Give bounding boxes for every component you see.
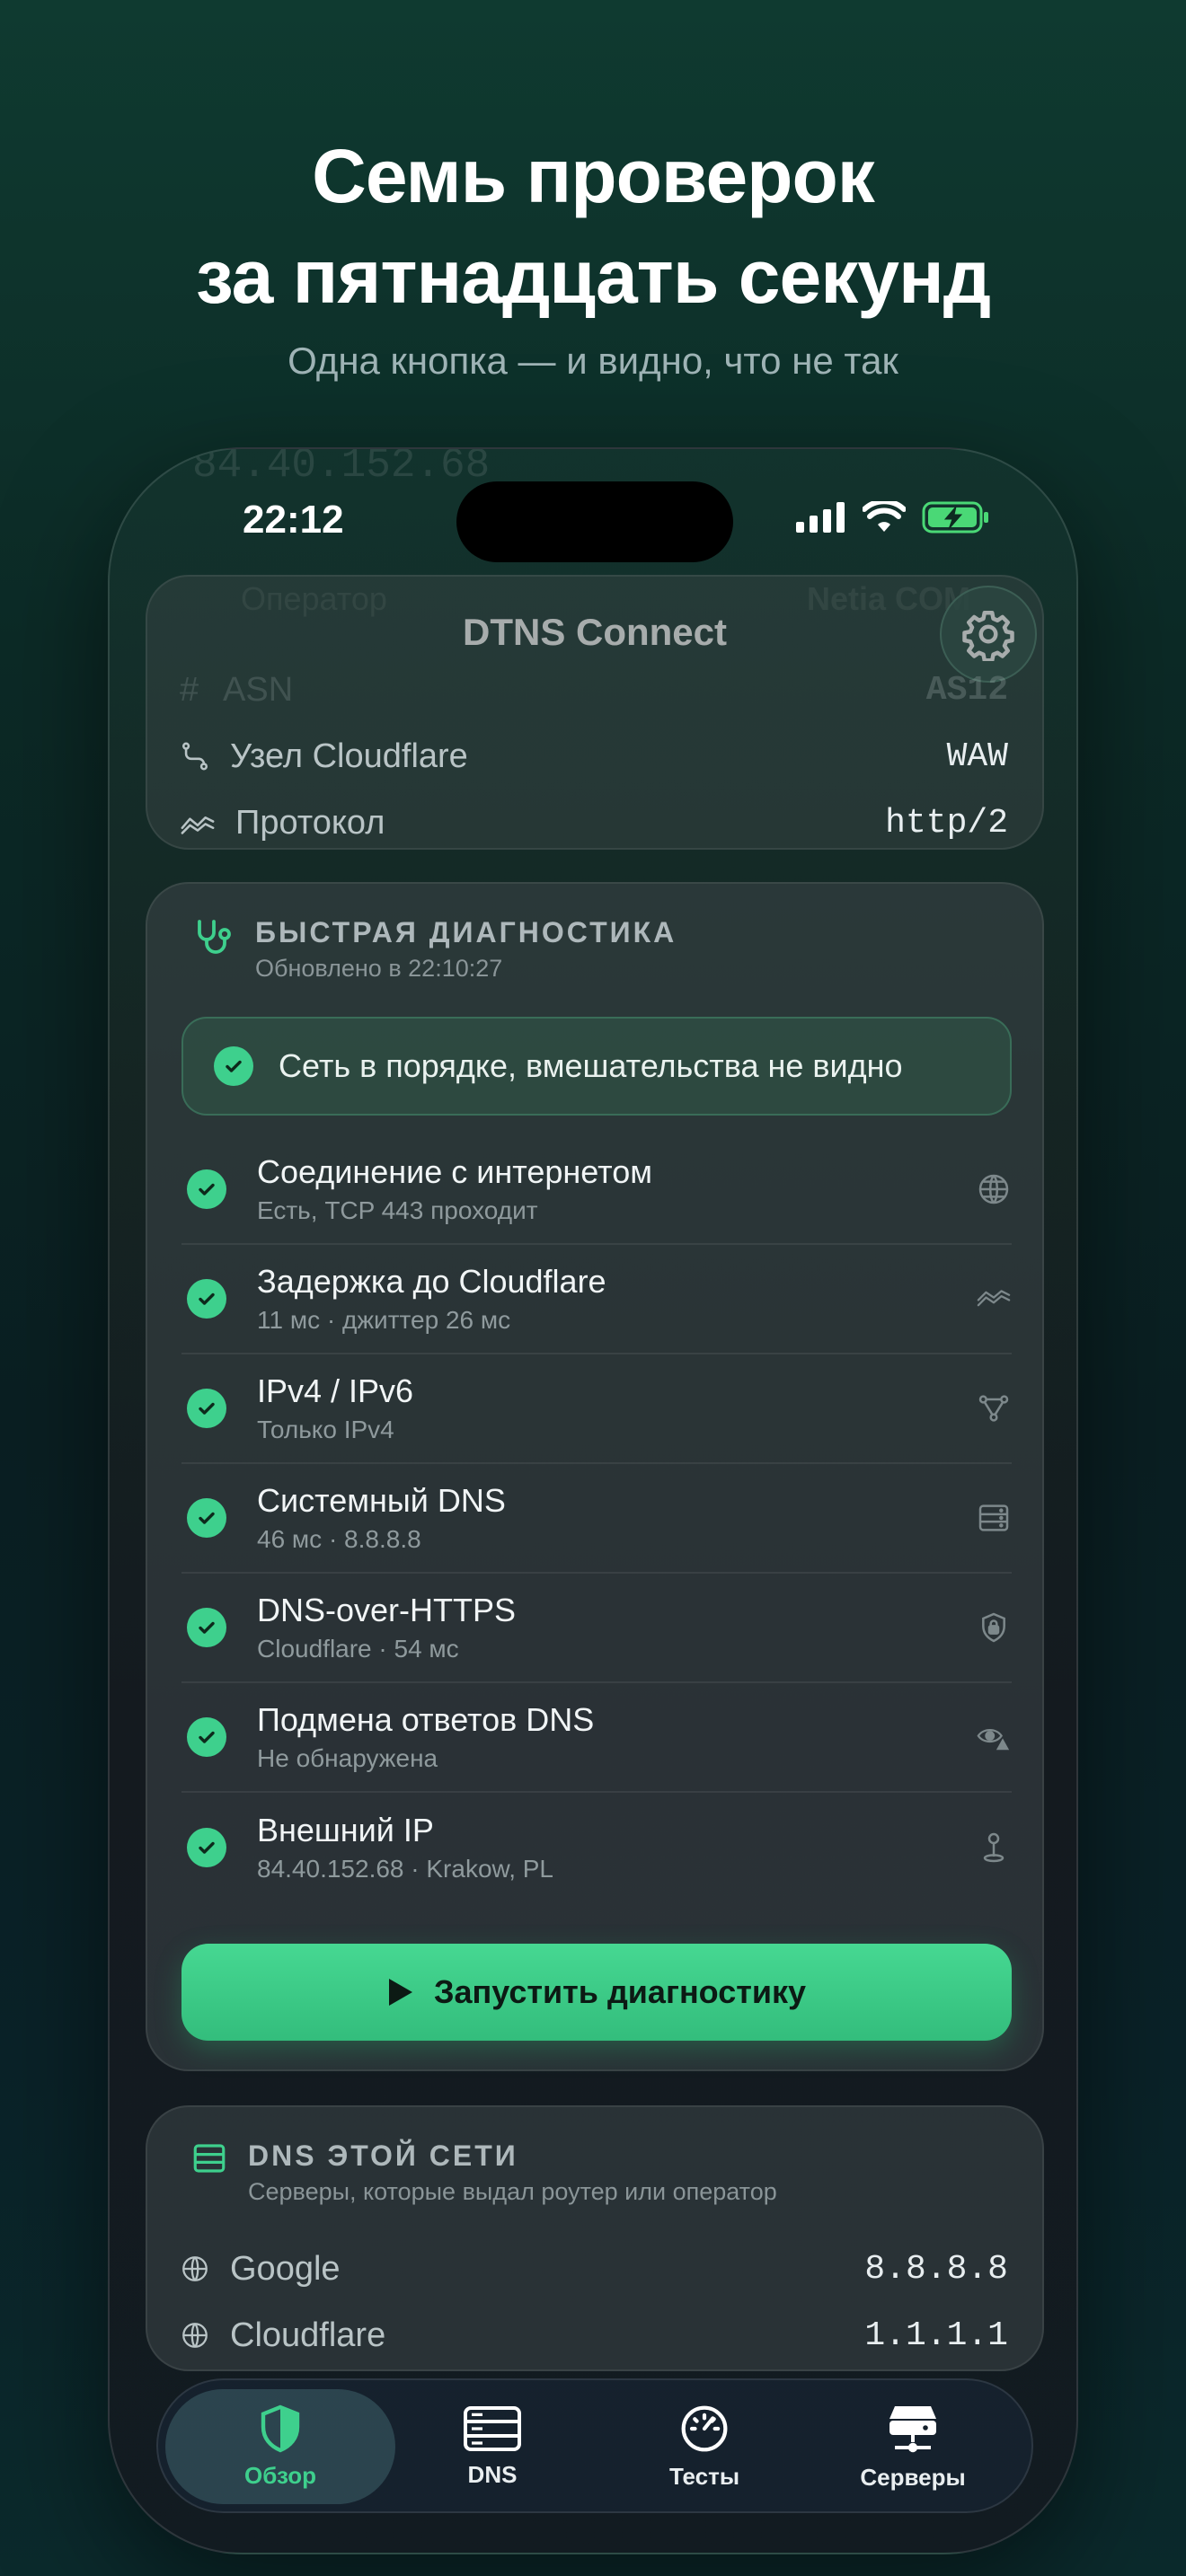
hash-icon: # bbox=[180, 670, 199, 709]
globe-icon bbox=[978, 1174, 1009, 1204]
stethoscope-icon bbox=[198, 920, 231, 954]
tab-label: Серверы bbox=[860, 2463, 966, 2491]
check-icon bbox=[187, 1498, 226, 1538]
diagnostic-title: DNS-over-HTTPS bbox=[257, 1592, 517, 1628]
status-banner: Сеть в порядке, вмешательства не видно bbox=[181, 1017, 1012, 1116]
diagnostic-title: Подмена ответов DNS bbox=[257, 1701, 595, 1738]
wifi-icon bbox=[863, 501, 906, 532]
tab-servers[interactable]: Серверы bbox=[798, 2389, 1028, 2504]
speedometer-icon bbox=[681, 2405, 728, 2451]
network-dns-header: DNS ЭТОЙ СЕТИ Серверы, которые выдал роу… bbox=[190, 2139, 777, 2206]
connection-row-label: Узел Cloudflare bbox=[230, 737, 468, 775]
connection-row-protocol: Протокол http/2 bbox=[180, 796, 1008, 850]
check-icon bbox=[187, 1279, 226, 1319]
diagnostic-item-internet[interactable]: Соединение с интернетом Есть, TCP 443 пр… bbox=[181, 1135, 1012, 1245]
server-icon bbox=[464, 2405, 521, 2451]
hero-title-line-2: за пятнадцать секунд bbox=[195, 234, 991, 319]
connection-row-value: AS12 bbox=[925, 670, 1008, 710]
network-dns-title: DNS ЭТОЙ СЕТИ bbox=[248, 2139, 518, 2172]
connection-row-asn: # ASN AS12 bbox=[180, 663, 1008, 717]
dns-row-value: 1.1.1.1 bbox=[864, 2316, 1008, 2355]
dns-row-label: Cloudflare bbox=[230, 2316, 386, 2354]
diagnostic-subtitle: 84.40.152.68 · Krakow, PL bbox=[257, 1855, 553, 1883]
diagnostic-title: IPv4 / IPv6 bbox=[257, 1372, 414, 1409]
connection-card: # ASN AS12 Узел Cloudflare WAW Протокол … bbox=[146, 575, 1044, 850]
status-time: 22:12 bbox=[243, 498, 344, 542]
tab-label: DNS bbox=[467, 2460, 518, 2488]
network-nodes-icon bbox=[978, 1395, 1009, 1422]
phone-frame: 84.40.152.68 Оператор Netia COM 22:12 DT… bbox=[108, 447, 1078, 2554]
dynamic-island bbox=[456, 481, 733, 562]
server-icon bbox=[978, 1504, 1009, 1531]
check-icon bbox=[187, 1828, 226, 1867]
diagnostic-item-dns-spoofing[interactable]: Подмена ответов DNS Не обнаружена bbox=[181, 1683, 1012, 1793]
diagnostics-title: БЫСТРАЯ ДИАГНОСТИКА bbox=[255, 916, 677, 948]
check-icon bbox=[214, 1046, 253, 1086]
diagnostic-item-system-dns[interactable]: Системный DNS 46 мс · 8.8.8.8 bbox=[181, 1464, 1012, 1574]
diagnostic-item-latency[interactable]: Задержка до Cloudflare 11 мс · джиттер 2… bbox=[181, 1245, 1012, 1354]
check-icon bbox=[187, 1169, 226, 1209]
diagnostic-subtitle: 46 мс · 8.8.8.8 bbox=[257, 1525, 421, 1553]
connection-row-cloudflare-node: Узел Cloudflare WAW bbox=[180, 729, 1008, 783]
play-icon bbox=[388, 1979, 412, 2006]
diagnostic-item-ip-version[interactable]: IPv4 / IPv6 Только IPv4 bbox=[181, 1354, 1012, 1464]
wave-icon bbox=[181, 816, 215, 834]
diagnostic-item-external-ip[interactable]: Внешний IP 84.40.152.68 · Krakow, PL bbox=[181, 1793, 1012, 1902]
globe-icon bbox=[182, 2323, 208, 2348]
hero-title: Семь проверок за пятнадцать секунд bbox=[0, 126, 1186, 327]
check-icon bbox=[187, 1608, 226, 1647]
eye-warning-icon bbox=[977, 1729, 1010, 1751]
diagnostic-subtitle: Есть, TCP 443 проходит bbox=[257, 1196, 538, 1224]
diagnostic-item-doh[interactable]: DNS-over-HTTPS Cloudflare · 54 мс bbox=[181, 1574, 1012, 1683]
hero-title-line-1: Семь проверок bbox=[312, 134, 875, 218]
tab-overview[interactable]: Обзор bbox=[165, 2389, 395, 2504]
hero-subtitle: Одна кнопка — и видно, что не так bbox=[288, 340, 898, 382]
servers-stack-icon bbox=[890, 2405, 936, 2452]
shield-icon bbox=[261, 2404, 300, 2452]
diagnostics-header: БЫСТРАЯ ДИАГНОСТИКА Обновлено в 22:10:27 bbox=[190, 916, 677, 983]
diagnostic-title: Системный DNS bbox=[257, 1482, 506, 1519]
diagnostic-subtitle: 11 мс · джиттер 26 мс bbox=[257, 1306, 511, 1334]
route-icon bbox=[181, 742, 208, 771]
tab-dns[interactable]: DNS bbox=[377, 2389, 607, 2504]
diagnostics-updated: Обновлено в 22:10:27 bbox=[255, 955, 503, 982]
connection-row-label: Протокол bbox=[235, 803, 385, 842]
check-icon bbox=[187, 1389, 226, 1428]
diagnostic-title: Соединение с интернетом bbox=[257, 1153, 652, 1190]
diagnostic-subtitle: Только IPv4 bbox=[257, 1416, 394, 1443]
server-icon bbox=[193, 2144, 226, 2173]
lock-shield-icon bbox=[982, 1612, 1005, 1643]
dns-row-label: Google bbox=[230, 2249, 341, 2288]
tab-label: Тесты bbox=[668, 2462, 740, 2490]
check-icon bbox=[187, 1717, 226, 1757]
diagnostics-card: БЫСТРАЯ ДИАГНОСТИКА Обновлено в 22:10:27… bbox=[146, 882, 1044, 2071]
tab-bar: Обзор DNS Тесты Серверы bbox=[156, 2378, 1033, 2513]
network-dns-card: DNS ЭТОЙ СЕТИ Серверы, которые выдал роу… bbox=[146, 2105, 1044, 2371]
location-pin-icon bbox=[983, 1832, 1005, 1863]
diagnostic-title: Задержка до Cloudflare bbox=[257, 1263, 606, 1300]
tab-label: Обзор bbox=[244, 2461, 316, 2489]
dns-row-value: 8.8.8.8 bbox=[864, 2249, 1008, 2289]
signal-icon bbox=[796, 502, 845, 533]
diagnostics-list: Соединение с интернетом Есть, TCP 443 пр… bbox=[181, 1135, 1012, 1902]
battery-charging-icon bbox=[922, 501, 988, 534]
dns-row-cloudflare: Cloudflare 1.1.1.1 bbox=[180, 2308, 1008, 2362]
status-banner-text: Сеть в порядке, вмешательства не видно bbox=[279, 1047, 903, 1084]
diagnostic-subtitle: Не обнаружена bbox=[257, 1744, 438, 1772]
connection-row-value: http/2 bbox=[885, 803, 1008, 842]
ghost-ip: 84.40.152.68 bbox=[192, 447, 491, 489]
connection-row-label: ASN bbox=[223, 670, 294, 709]
run-diagnostics-label: Запустить диагностику bbox=[433, 1973, 807, 2010]
tab-tests[interactable]: Тесты bbox=[589, 2389, 819, 2504]
status-icons bbox=[796, 501, 990, 534]
diagnostic-subtitle: Cloudflare · 54 мс bbox=[257, 1635, 459, 1663]
wave-icon bbox=[977, 1290, 1011, 1307]
run-diagnostics-button[interactable]: Запустить диагностику bbox=[181, 1944, 1012, 2041]
connection-row-value: WAW bbox=[946, 737, 1008, 776]
network-dns-subtitle: Серверы, которые выдал роутер или операт… bbox=[248, 2178, 777, 2205]
diagnostic-title: Внешний IP bbox=[257, 1812, 434, 1848]
dns-row-google: Google 8.8.8.8 bbox=[180, 2242, 1008, 2296]
globe-icon bbox=[182, 2256, 208, 2281]
